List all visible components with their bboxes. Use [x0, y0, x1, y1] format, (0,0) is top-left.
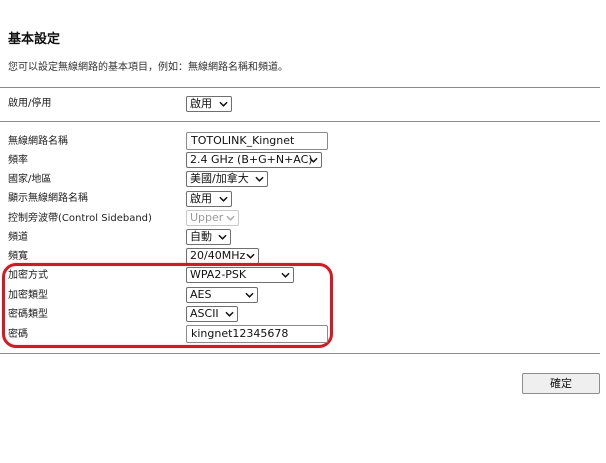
page-description: 您可以設定無線網路的基本項目，例如：無線網路名稱和頻道。 [8, 62, 288, 73]
chevron-down-icon [225, 311, 234, 317]
cipher-label: 加密類型 [8, 290, 48, 301]
ssid-input[interactable]: TOTOLINK_Kingnet [186, 132, 328, 150]
band-label: 頻率 [8, 155, 28, 166]
region-label: 國家/地區 [8, 174, 52, 185]
divider [0, 87, 600, 88]
chevron-down-icon [281, 272, 290, 278]
chevron-down-icon [219, 196, 228, 202]
chevron-down-icon [255, 176, 264, 182]
cipher-select-value: AES [190, 288, 212, 301]
key-format-label: 密碼類型 [8, 309, 48, 320]
page-title: 基本設定 [8, 32, 61, 47]
confirm-button[interactable]: 確定 [522, 373, 600, 394]
chevron-down-icon [219, 101, 228, 107]
broadcast-ssid-select[interactable]: 啟用 [186, 191, 232, 207]
channel-label: 頻道 [8, 232, 28, 243]
enable-label: 啟用/停用 [8, 98, 52, 109]
encryption-select-value: WPA2-PSK [190, 268, 247, 281]
bandwidth-label: 頻寬 [8, 251, 28, 262]
chevron-down-icon [245, 292, 254, 298]
divider [0, 121, 600, 122]
key-format-select-value: ASCII [190, 307, 219, 320]
encryption-select[interactable]: WPA2-PSK [186, 267, 294, 283]
band-select[interactable]: 2.4 GHz (B+G+N+AC) [186, 152, 322, 168]
broadcast-ssid-label: 顯示無線網路名稱 [8, 193, 88, 204]
control-sideband-label: 控制旁波帶(Control Sideband) [8, 213, 152, 224]
chevron-down-icon [226, 215, 235, 221]
password-input[interactable]: kingnet12345678 [186, 325, 328, 343]
chevron-down-icon [309, 157, 318, 163]
control-sideband-select-value: Upper [190, 211, 224, 224]
chevron-down-icon [218, 234, 227, 240]
control-sideband-select: Upper [186, 210, 239, 226]
divider [0, 353, 600, 354]
enable-select-value: 啟用 [190, 97, 212, 110]
broadcast-ssid-select-value: 啟用 [190, 192, 212, 205]
band-select-value: 2.4 GHz (B+G+N+AC) [190, 153, 313, 166]
encryption-label: 加密方式 [8, 270, 48, 281]
region-select-value: 美國/加拿大 [190, 172, 249, 185]
ssid-label: 無線網路名稱 [8, 136, 68, 147]
channel-select-value: 自動 [190, 230, 212, 243]
password-label: 密碼 [8, 329, 28, 340]
channel-select[interactable]: 自動 [186, 229, 231, 245]
bandwidth-select[interactable]: 20/40MHz [186, 248, 259, 264]
region-select[interactable]: 美國/加拿大 [186, 171, 268, 187]
enable-select[interactable]: 啟用 [186, 96, 232, 112]
key-format-select[interactable]: ASCII [186, 306, 238, 322]
chevron-down-icon [246, 253, 255, 259]
bandwidth-select-value: 20/40MHz [190, 249, 246, 262]
cipher-select[interactable]: AES [186, 287, 258, 303]
